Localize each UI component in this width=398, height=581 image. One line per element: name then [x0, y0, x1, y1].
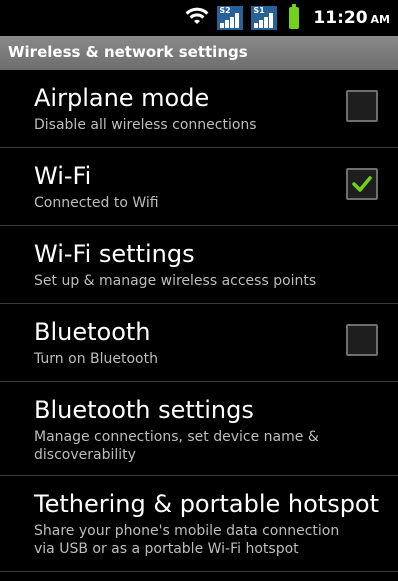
- setting-tethering[interactable]: Tethering & portable hotspot Share your …: [0, 476, 398, 572]
- setting-summary: Share your phone's mobile data connectio…: [34, 523, 340, 557]
- setting-bluetooth[interactable]: Bluetooth Turn on Bluetooth: [0, 304, 398, 382]
- setting-bluetooth-settings[interactable]: Bluetooth settings Manage connections, s…: [0, 382, 398, 476]
- setting-title: Wi-Fi: [34, 162, 92, 190]
- sim-s2-signal-icon: S2: [217, 6, 244, 30]
- sim-s1-label: S1: [253, 6, 265, 15]
- setting-summary: Disable all wireless connections: [34, 117, 257, 133]
- setting-title: Tethering & portable hotspot: [34, 490, 380, 518]
- bluetooth-checkbox[interactable]: [346, 324, 378, 356]
- page-title: Wireless & network settings: [8, 43, 248, 61]
- setting-title: Airplane mode: [34, 84, 210, 112]
- wifi-icon: [185, 6, 209, 30]
- airplane-mode-checkbox[interactable]: [346, 90, 378, 122]
- status-icons: S2 S1 11:20 AM: [185, 4, 390, 30]
- setting-summary: Set up & manage wireless access points: [34, 273, 317, 289]
- setting-wifi[interactable]: Wi-Fi Connected to Wifi: [0, 148, 398, 226]
- wifi-checkbox[interactable]: [346, 168, 378, 200]
- sim-s1-signal-icon: S1: [251, 6, 278, 30]
- clock-ampm: AM: [370, 13, 390, 26]
- clock: 11:20 AM: [313, 8, 390, 28]
- setting-wifi-settings[interactable]: Wi-Fi settings Set up & manage wireless …: [0, 226, 398, 304]
- sim-s2-label-overlay: S2: [219, 6, 231, 15]
- setting-title: Wi-Fi settings: [34, 240, 195, 268]
- setting-title: Bluetooth settings: [34, 396, 254, 424]
- checkmark-icon: [352, 176, 372, 192]
- setting-summary: Connected to Wifi: [34, 195, 159, 211]
- setting-airplane-mode[interactable]: Airplane mode Disable all wireless conne…: [0, 70, 398, 148]
- setting-summary: Turn on Bluetooth: [34, 351, 158, 367]
- settings-list: Airplane mode Disable all wireless conne…: [0, 70, 398, 572]
- setting-title: Bluetooth: [34, 318, 151, 346]
- status-bar: S2 S1 11:20 AM: [0, 0, 398, 36]
- setting-summary: Manage connections, set device name & di…: [34, 429, 319, 463]
- title-bar: Wireless & network settings: [0, 36, 398, 70]
- battery-icon: [289, 4, 300, 29]
- clock-time: 11:20: [313, 8, 368, 28]
